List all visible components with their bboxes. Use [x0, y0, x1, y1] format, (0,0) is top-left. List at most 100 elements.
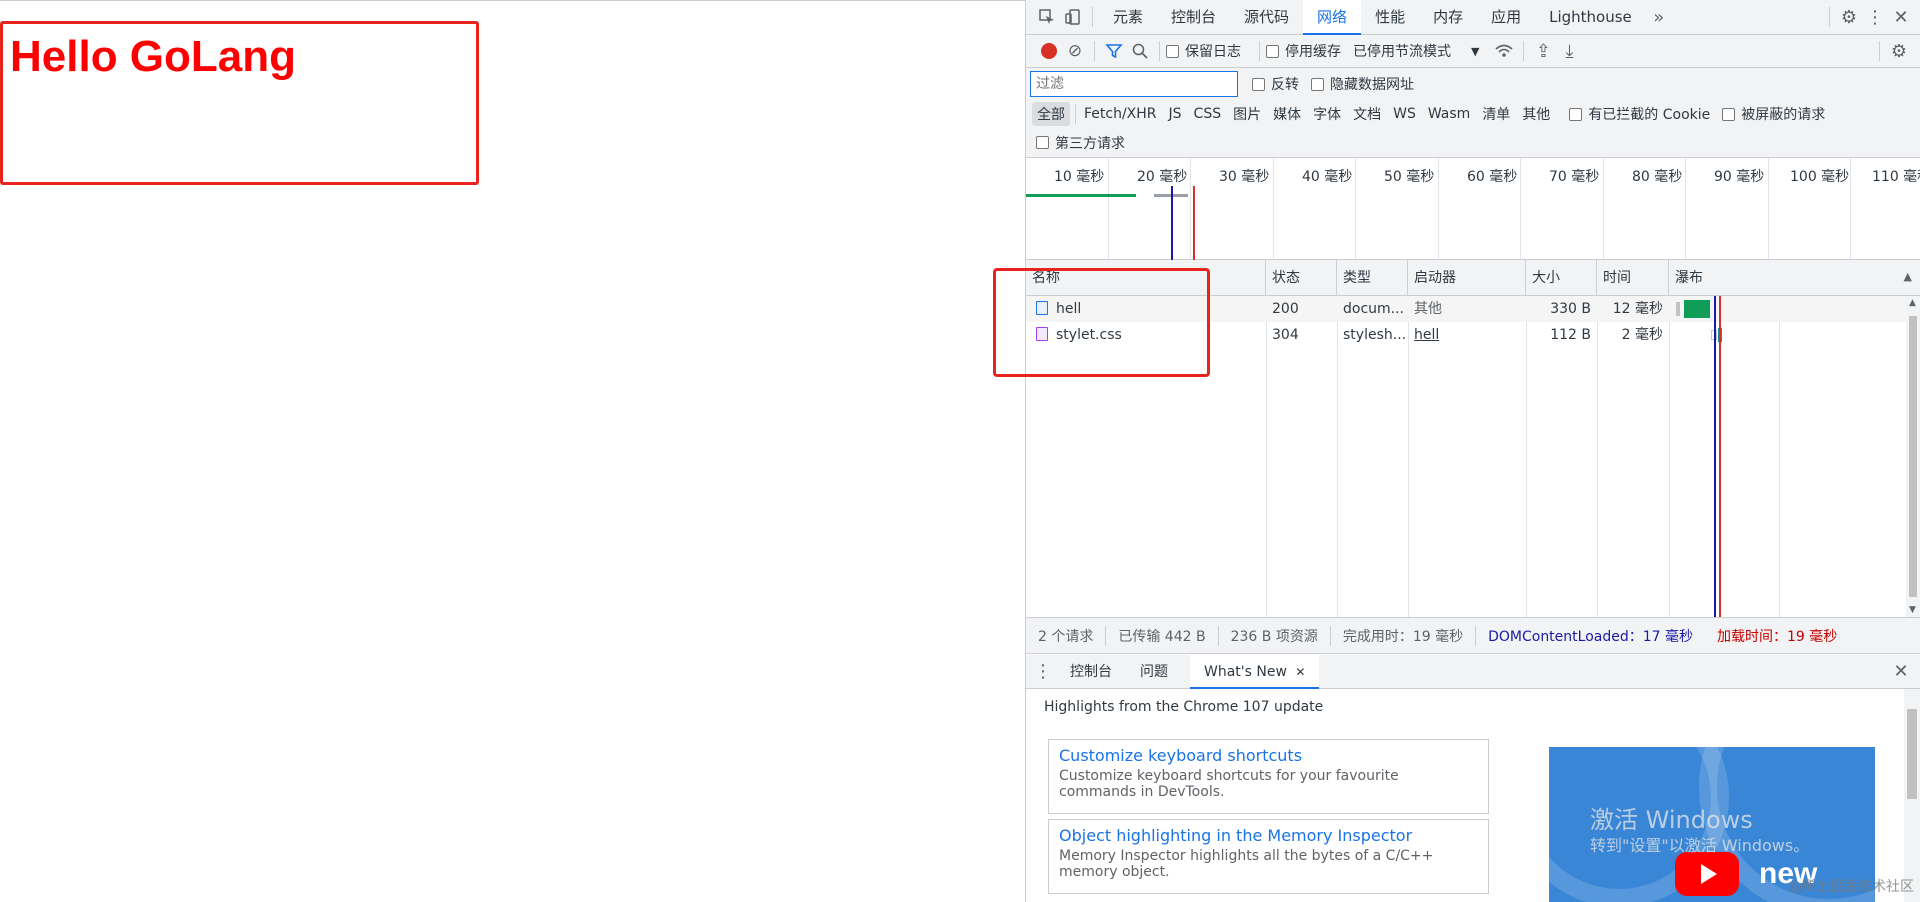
device-toolbar-icon[interactable] [1060, 4, 1086, 30]
request-status: 200 [1272, 301, 1299, 317]
tab-memory[interactable]: 内存 [1419, 0, 1477, 35]
column-header-initiator[interactable]: 启动器 [1408, 260, 1526, 296]
overview-gridline [1520, 158, 1521, 259]
blocked-requests-checkbox[interactable]: 被屏蔽的请求 [1722, 104, 1825, 124]
settings-gear-icon[interactable]: ⚙ [1836, 4, 1862, 30]
load-event-marker [1193, 186, 1195, 260]
feature-card[interactable]: Object highlighting in the Memory Inspec… [1048, 819, 1489, 894]
overview-tick-label: 10 毫秒 [1054, 169, 1105, 185]
devtools-tab-bar: 元素 控制台 源代码 网络 性能 内存 应用 Lighthouse » ⚙ ⋮ … [1026, 0, 1920, 35]
feature-card-desc: Memory Inspector highlights all the byte… [1059, 848, 1434, 880]
invert-checkbox[interactable]: 反转 [1252, 74, 1299, 94]
feature-card-title[interactable]: Customize keyboard shortcuts [1059, 746, 1478, 765]
third-party-checkbox[interactable]: 第三方请求 [1036, 133, 1125, 153]
preserve-log-checkbox[interactable]: 保留日志 [1166, 41, 1241, 61]
column-header-type[interactable]: 类型 [1337, 260, 1408, 296]
type-filter-manifest[interactable]: 清单 [1477, 102, 1515, 126]
chevron-down-icon: ▼ [1471, 44, 1480, 58]
table-scrollbar[interactable]: ▲ ▼ [1906, 296, 1920, 617]
filter-row: 反转 隐藏数据网址 [1026, 68, 1920, 100]
network-summary-bar: 2 个请求 已传输 442 B 236 B 项资源 完成用时：19 毫秒 DOM… [1026, 617, 1920, 654]
type-filter-font[interactable]: 字体 [1308, 102, 1346, 126]
drawer-tab-issues[interactable]: 问题 [1126, 655, 1182, 689]
more-tabs-icon[interactable]: » [1646, 4, 1672, 30]
tab-sources[interactable]: 源代码 [1230, 0, 1303, 35]
filter-funnel-icon[interactable] [1101, 38, 1127, 64]
scroll-down-icon[interactable]: ▼ [1909, 605, 1916, 615]
disable-cache-checkbox[interactable]: 停用缓存 [1266, 41, 1341, 61]
network-conditions-icon[interactable] [1491, 38, 1517, 64]
summary-dom-content-loaded: DOMContentLoaded：17 毫秒 [1488, 628, 1694, 645]
sort-ascending-icon[interactable]: ▲ [1904, 270, 1912, 283]
drawer-menu-icon[interactable]: ⋮ [1030, 659, 1056, 685]
request-initiator-link[interactable]: hell [1408, 322, 1526, 348]
column-header-size[interactable]: 大小 [1526, 260, 1597, 296]
tab-lighthouse[interactable]: Lighthouse [1535, 0, 1646, 35]
type-filter-ws[interactable]: WS [1388, 104, 1421, 124]
toolbar-divider [1259, 41, 1260, 61]
column-header-status[interactable]: 状态 [1266, 260, 1337, 296]
type-filter-fetch-xhr[interactable]: Fetch/XHR [1079, 104, 1162, 124]
highlights-heading: Highlights from the Chrome 107 update [1044, 699, 1324, 715]
type-filter-js[interactable]: JS [1164, 104, 1187, 124]
close-devtools-icon[interactable]: ✕ [1888, 4, 1914, 30]
network-settings-gear-icon[interactable]: ⚙ [1886, 38, 1912, 64]
overview-bar-hell [1026, 194, 1136, 197]
inspect-element-icon[interactable] [1034, 4, 1060, 30]
page-viewport: Hello GoLang [0, 0, 1025, 902]
drawer-tab-console[interactable]: 控制台 [1056, 655, 1126, 689]
request-size: 112 B [1550, 327, 1591, 343]
column-header-waterfall[interactable]: 瀑布 [1669, 260, 1907, 296]
throttling-select[interactable]: 已停用节流模式 ▼ [1353, 41, 1479, 61]
type-filter-css[interactable]: CSS [1189, 104, 1227, 124]
search-icon[interactable] [1127, 38, 1153, 64]
request-time: 2 毫秒 [1621, 327, 1663, 343]
tab-performance[interactable]: 性能 [1361, 0, 1419, 35]
windows-activation-watermark: 激活 Windows [1590, 806, 1753, 834]
summary-requests: 2 个请求 [1026, 625, 1107, 646]
waterfall-bar-hell [1684, 300, 1710, 318]
blocked-cookies-checkbox[interactable]: 有已拦截的 Cookie [1569, 104, 1710, 124]
close-drawer-icon[interactable]: ✕ [1888, 659, 1914, 685]
third-party-row: 第三方请求 [1026, 128, 1920, 158]
hide-data-urls-checkbox[interactable]: 隐藏数据网址 [1311, 74, 1414, 94]
import-har-icon[interactable]: ⇪ [1530, 38, 1556, 64]
summary-transferred: 已传输 442 B [1106, 625, 1219, 646]
page-heading: Hello GoLang [10, 32, 296, 81]
feature-card-title[interactable]: Object highlighting in the Memory Inspec… [1059, 826, 1478, 845]
customize-menu-icon[interactable]: ⋮ [1862, 4, 1888, 30]
type-filter-all[interactable]: 全部 [1032, 102, 1070, 126]
tab-elements[interactable]: 元素 [1099, 0, 1157, 35]
request-size: 330 B [1550, 301, 1591, 317]
type-filter-other[interactable]: 其他 [1517, 102, 1555, 126]
feature-card[interactable]: Customize keyboard shortcuts Customize k… [1048, 739, 1489, 814]
type-filter-media[interactable]: 媒体 [1268, 102, 1306, 126]
type-filter-wasm[interactable]: Wasm [1423, 104, 1475, 124]
type-filter-doc[interactable]: 文档 [1348, 102, 1386, 126]
tab-network[interactable]: 网络 [1303, 0, 1362, 35]
overview-tick-label: 100 毫秒 [1790, 169, 1850, 185]
type-filter-img[interactable]: 图片 [1228, 102, 1266, 126]
close-tab-icon[interactable]: ✕ [1295, 665, 1305, 679]
youtube-play-icon[interactable] [1675, 852, 1739, 896]
drawer-tab-label: What's New [1204, 663, 1287, 680]
scroll-up-icon[interactable]: ▲ [1909, 298, 1916, 308]
export-har-icon[interactable]: ⤓ [1556, 38, 1582, 64]
scroll-thumb[interactable] [1909, 316, 1917, 597]
record-icon[interactable] [1036, 38, 1062, 64]
summary-load-time: 加载时间：19 毫秒 [1717, 628, 1838, 645]
drawer-tab-whats-new[interactable]: What's New ✕ [1190, 654, 1320, 689]
toolbar-divider [1075, 104, 1076, 124]
drawer-scrollbar[interactable] [1904, 689, 1920, 902]
tab-console[interactable]: 控制台 [1157, 0, 1230, 35]
network-overview-timeline[interactable]: 10 毫秒 20 毫秒 30 毫秒 40 毫秒 50 毫秒 60 毫秒 70 毫… [1026, 158, 1920, 260]
clear-icon[interactable]: ⊘ [1062, 38, 1088, 64]
drawer-scroll-thumb[interactable] [1907, 709, 1917, 799]
toolbar-divider [1092, 7, 1093, 27]
column-header-time[interactable]: 时间 [1597, 260, 1669, 296]
filter-input[interactable] [1030, 71, 1238, 97]
overview-tick-label: 70 毫秒 [1549, 169, 1600, 185]
overview-gridline [1190, 158, 1191, 259]
request-initiator: 其他 [1414, 301, 1442, 317]
tab-application[interactable]: 应用 [1477, 0, 1535, 35]
